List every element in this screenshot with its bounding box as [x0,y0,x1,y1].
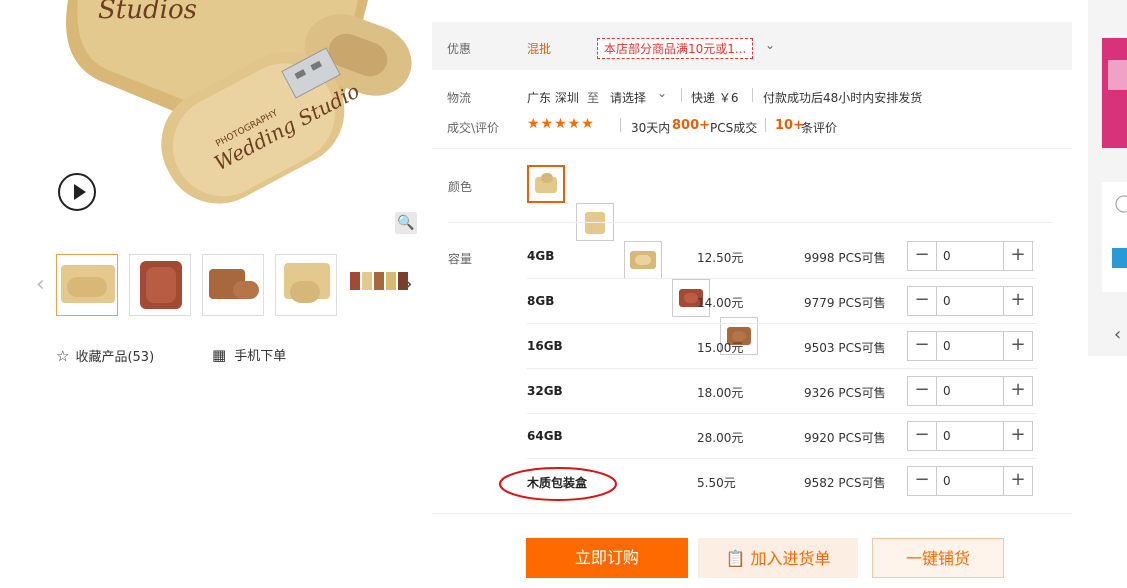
shipping-destination-select[interactable]: 请选择 [610,89,646,106]
minus-icon[interactable]: − [908,287,936,315]
divider [620,118,621,132]
capacity-name: 8GB [527,294,555,308]
promo-label: 优惠 [447,42,472,56]
plus-icon[interactable]: + [1004,422,1032,450]
mobile-order-button[interactable]: ▦ 手机下单 [212,345,287,365]
recommend-sidebar [1088,0,1127,356]
dispatch-note: 付款成功后48小时内安排发货 [763,91,923,105]
promo-tag: 混批 [527,42,552,56]
capacity-label: 容量 [448,252,473,266]
minus-icon[interactable]: − [908,332,936,360]
capacity-price: 28.00元 [697,431,744,445]
thumbnail-redwood-box[interactable] [129,254,191,316]
sidebar-prev-icon[interactable]: ‹ [1114,324,1121,345]
thumbnail-prev-icon[interactable]: ‹ [36,272,45,297]
chevron-down-icon[interactable]: ⌄ [657,86,667,100]
thumbnail-bamboo-box[interactable] [56,254,118,316]
capacity-name: 16GB [527,339,563,353]
rating-stars-icon: ★★★★★ [527,116,595,132]
capacity-row-8gb: 8GB 14.00元 9779 PCS可售 − 0 + [527,280,1037,324]
capacity-row-32gb: 32GB 18.00元 9326 PCS可售 − 0 + [527,370,1037,414]
quantity-input[interactable]: 0 [936,467,1004,495]
minus-icon[interactable]: − [908,467,936,495]
capacity-stock: 9582 PCS可售 [804,476,886,490]
color-label: 颜色 [448,180,473,194]
plus-icon[interactable]: + [1004,377,1032,405]
play-video-icon[interactable] [58,173,96,211]
qrcode-icon: ▦ [212,345,227,364]
capacity-price: 5.50元 [697,476,736,490]
quantity-stepper: − 0 + [907,286,1033,316]
capacity-name: 4GB [527,249,555,263]
clipboard-icon: 📋 [725,549,746,568]
quantity-stepper: − 0 + [907,241,1033,271]
capacity-name: 64GB [527,429,563,443]
divider [765,118,766,132]
plus-icon[interactable]: + [1004,467,1032,495]
divider [681,88,682,102]
thumbnail-usb-colors[interactable] [348,254,410,316]
capacity-stock: 9779 PCS可售 [804,296,886,310]
capacity-name: 32GB [527,384,563,398]
add-cart-label: 加入进货单 [750,549,831,568]
plus-icon[interactable]: + [1004,287,1032,315]
color-swatch-bamboo[interactable] [527,165,565,203]
quantity-stepper: − 0 + [907,376,1033,406]
capacity-stock: 9326 PCS可售 [804,386,886,400]
favorite-label: 收藏产品(53) [75,350,155,365]
quantity-input[interactable]: 0 [936,332,1004,360]
quantity-input[interactable]: 0 [936,287,1004,315]
capacity-price: 18.00元 [697,386,744,400]
one-key-distribute-button[interactable]: 一键铺货 [872,538,1004,578]
quantity-stepper: − 0 + [907,466,1033,496]
reviews-suffix[interactable]: 条评价 [801,119,837,136]
capacity-row-16gb: 16GB 15.00元 9503 PCS可售 − 0 + [527,325,1037,369]
capacity-stock: 9998 PCS可售 [804,251,886,265]
reviews-label: 成交\评价 [447,121,500,135]
capacity-row-64gb: 64GB 28.00元 9920 PCS可售 − 0 + [527,415,1037,459]
search-icon[interactable]: 🔍 [395,212,417,234]
express-fee: 快递 ￥6 [691,91,739,105]
capacity-price: 15.00元 [697,341,744,355]
shipping-label: 物流 [447,91,472,105]
favorite-product-button[interactable]: ☆ 收藏产品(53) [56,346,155,366]
shipping-from: 广东 深圳 [527,91,579,105]
section-divider [448,222,1053,223]
minus-icon[interactable]: − [908,242,936,270]
capacity-price: 12.50元 [697,251,744,265]
add-to-cart-button[interactable]: 📋 加入进货单 [698,538,858,578]
star-outline-icon: ☆ [56,346,70,365]
plus-icon[interactable]: + [1004,332,1032,360]
mobile-order-label: 手机下单 [234,349,287,364]
deals-count: 800+ [672,118,711,133]
divider [752,88,753,102]
deals-prefix: 30天内 [631,121,671,135]
minus-icon[interactable]: − [908,377,936,405]
deals-suffix: PCS成交 [710,121,758,135]
capacity-stock: 9503 PCS可售 [804,341,886,355]
coupon-badge[interactable]: 本店部分商品满10元或1... [597,38,754,59]
plus-icon[interactable]: + [1004,242,1032,270]
section-divider [432,148,1072,149]
quantity-input[interactable]: 0 [936,242,1004,270]
quantity-input[interactable]: 0 [936,377,1004,405]
quantity-stepper: − 0 + [907,331,1033,361]
capacity-price: 14.00元 [697,296,744,310]
thumbnail-next-icon[interactable]: › [404,272,413,297]
buy-now-button[interactable]: 立即订购 [526,538,688,578]
reviews-count[interactable]: 10+ [775,118,804,133]
section-divider [432,513,1072,514]
svg-text:Studios: Studios [98,0,197,25]
highlight-ellipse [499,467,617,501]
thumbnail-walnut-usb[interactable] [202,254,264,316]
chevron-down-icon[interactable]: ⌄ [765,38,775,52]
minus-icon[interactable]: − [908,422,936,450]
thumbnail-bamboo-usb[interactable] [275,254,337,316]
capacity-stock: 9920 PCS可售 [804,431,886,445]
shipping-to-word: 至 [587,91,600,105]
quantity-input[interactable]: 0 [936,422,1004,450]
quantity-stepper: − 0 + [907,421,1033,451]
capacity-row-4gb: 4GB 12.50元 9998 PCS可售 − 0 + [527,235,1037,279]
thumbnail-strip [56,254,410,318]
